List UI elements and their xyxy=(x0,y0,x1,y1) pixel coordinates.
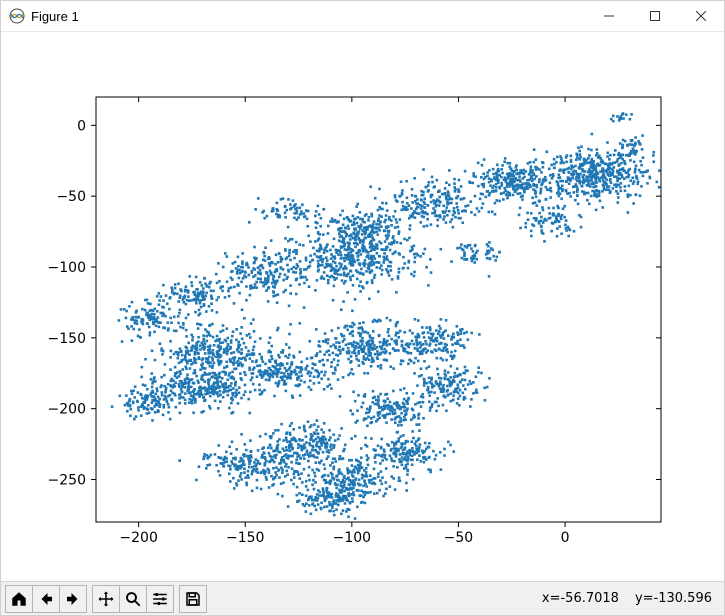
cursor-y: y=-130.596 xyxy=(635,591,712,606)
home-button[interactable] xyxy=(5,585,33,613)
svg-text:0: 0 xyxy=(77,118,86,134)
svg-text:−250: −250 xyxy=(48,473,86,489)
save-icon xyxy=(184,590,202,608)
svg-text:−200: −200 xyxy=(48,402,86,418)
sliders-icon xyxy=(151,590,169,608)
arrow-left-icon xyxy=(37,590,55,608)
configure-button[interactable] xyxy=(146,585,174,613)
zoom-button[interactable] xyxy=(119,585,147,613)
svg-text:−50: −50 xyxy=(56,189,86,205)
svg-text:−50: −50 xyxy=(444,530,474,546)
plot-area[interactable]: −200 −150 −100 −50 0 −250 −200 −150 −100 −50 0 xyxy=(1,32,724,581)
toolbar: x=-56.7018 y=-130.596 xyxy=(1,581,724,615)
window-title: Figure 1 xyxy=(31,9,79,24)
app-icon xyxy=(9,8,25,24)
forward-button[interactable] xyxy=(59,585,87,613)
svg-text:−150: −150 xyxy=(226,530,264,546)
svg-text:−150: −150 xyxy=(48,331,86,347)
zoom-icon xyxy=(124,590,142,608)
move-icon xyxy=(97,590,115,608)
pan-button[interactable] xyxy=(92,585,120,613)
svg-text:−100: −100 xyxy=(48,260,86,276)
cursor-status: x=-56.7018 y=-130.596 xyxy=(542,591,720,606)
back-button[interactable] xyxy=(32,585,60,613)
home-icon xyxy=(10,590,28,608)
minimize-button[interactable] xyxy=(586,1,632,31)
svg-text:−200: −200 xyxy=(119,530,157,546)
cursor-x: x=-56.7018 xyxy=(542,591,619,606)
save-button[interactable] xyxy=(179,585,207,613)
svg-text:0: 0 xyxy=(561,530,570,546)
maximize-button[interactable] xyxy=(632,1,678,31)
scatter-plot: −200 −150 −100 −50 0 −250 −200 −150 −100 −50 0 xyxy=(1,32,724,582)
app-window: Figure 1 −200 −150 −100 −50 0 −250 −200 −150 −10… xyxy=(0,0,725,616)
title-bar: Figure 1 xyxy=(1,1,724,32)
svg-text:−100: −100 xyxy=(333,530,371,546)
arrow-right-icon xyxy=(64,590,82,608)
close-button[interactable] xyxy=(678,1,724,31)
